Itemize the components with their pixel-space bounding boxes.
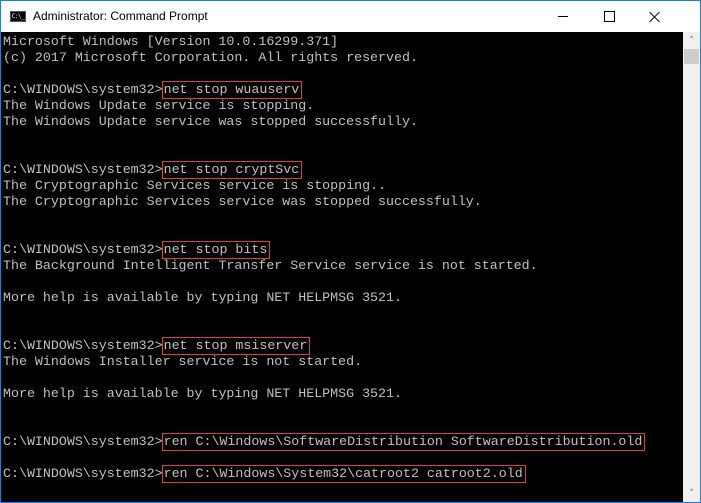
highlighted-command: net stop bits [161, 241, 271, 259]
prompt: C:\WINDOWS\system32> [3, 466, 163, 481]
minimize-button[interactable] [540, 1, 586, 32]
output-line: The Windows Update service is stopping. [3, 98, 315, 113]
command-line: C:\WINDOWS\system32>net stop msiserver [3, 337, 311, 355]
output-line: More help is available by typing NET HEL… [3, 386, 402, 401]
highlighted-command: net stop msiserver [161, 337, 311, 355]
command-line: C:\WINDOWS\system32>net stop bits [3, 241, 271, 259]
close-button[interactable] [632, 1, 678, 32]
highlighted-command: ren C:\Windows\System32\catroot2 catroot… [161, 465, 526, 483]
command-line: C:\WINDOWS\system32>net stop wuauserv [3, 81, 303, 99]
window-title: Administrator: Command Prompt [33, 9, 208, 23]
output-line: The Cryptographic Services service was s… [3, 194, 482, 209]
close-icon [649, 11, 661, 23]
prompt: C:\WINDOWS\system32> [3, 242, 163, 257]
prompt: C:\WINDOWS\system32> [3, 162, 163, 177]
vertical-scrollbar[interactable]: ˄ ˅ [683, 32, 700, 502]
chevron-up-icon: ˄ [689, 35, 694, 46]
highlighted-command: net stop wuauserv [161, 81, 303, 99]
output-line: Microsoft Windows [Version 10.0.16299.37… [3, 34, 339, 49]
minimize-icon [558, 16, 568, 17]
command-line: C:\WINDOWS\system32>ren C:\Windows\Softw… [3, 433, 646, 451]
command-prompt-window: C:\_ Administrator: Command Prompt Micro… [0, 0, 701, 503]
console-output[interactable]: Microsoft Windows [Version 10.0.16299.37… [1, 32, 683, 502]
maximize-icon [603, 11, 615, 22]
maximize-button[interactable] [586, 1, 632, 32]
output-line: The Cryptographic Services service is st… [3, 178, 387, 193]
highlighted-command: net stop cryptSvc [161, 161, 303, 179]
cmd-icon: C:\_ [10, 11, 26, 22]
command-line: C:\WINDOWS\system32>ren C:\Windows\Syste… [3, 465, 526, 483]
chevron-down-icon: ˅ [689, 488, 694, 499]
title-bar[interactable]: C:\_ Administrator: Command Prompt [1, 1, 700, 32]
scroll-down-button[interactable]: ˅ [683, 485, 700, 502]
scroll-up-button[interactable]: ˄ [683, 32, 700, 49]
output-line: The Background Intelligent Transfer Serv… [3, 258, 538, 273]
highlighted-command: ren C:\Windows\SoftwareDistribution Soft… [161, 433, 646, 451]
scrollbar-thumb[interactable] [684, 49, 699, 64]
prompt: C:\WINDOWS\system32> [3, 338, 163, 353]
output-line: The Windows Update service was stopped s… [3, 114, 418, 129]
output-line: More help is available by typing NET HEL… [3, 290, 402, 305]
output-line: (c) 2017 Microsoft Corporation. All righ… [3, 50, 418, 65]
prompt: C:\WINDOWS\system32> [3, 434, 163, 449]
prompt: C:\WINDOWS\system32> [3, 82, 163, 97]
command-line: C:\WINDOWS\system32>net stop cryptSvc [3, 161, 303, 179]
output-line: The Windows Installer service is not sta… [3, 354, 363, 369]
